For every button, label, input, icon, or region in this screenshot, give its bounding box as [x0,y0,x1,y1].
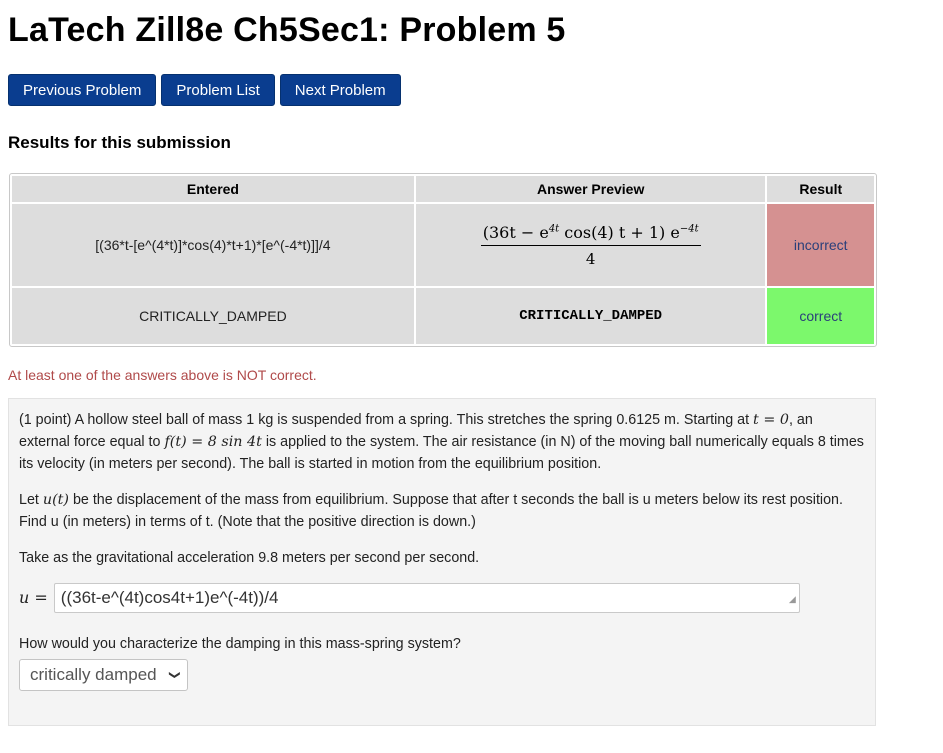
preview-denominator: 4 [585,249,596,268]
answer-row: u = ((36t-e^(4t)cos4t+1)e^(-4t))/4 ◢ [19,583,865,613]
problem-body: (1 point) A hollow steel ball of mass 1 … [8,398,876,726]
table-row: [(36*t-[e^(4*t)]*cos(4)*t+1)*[e^(-4*t)]]… [12,204,874,286]
result-correct-cell: correct [767,288,874,344]
entered-cell: [(36*t-[e^(4*t)]*cos(4)*t+1)*[e^(-4*t)]]… [12,204,414,286]
previous-problem-button[interactable]: Previous Problem [8,74,157,106]
answer-preview-cell: CRITICALLY_DAMPED [415,288,766,344]
damping-question: How would you characterize the damping i… [19,636,461,652]
answer-preview-cell: (36t − e4t cos(4) t + 1) e−4t 4 [415,204,766,286]
damping-select-value: critically damped [30,665,157,684]
answer-input[interactable]: ((36t-e^(4t)cos4t+1)e^(-4t))/4 ◢ [53,583,800,613]
problem-paragraph-3: Take as the gravitational acceleration 9… [19,550,480,566]
preview-fraction: (36t − e4t cos(4) t + 1) e−4t 4 [480,223,701,268]
results-heading: Results for this submission [8,133,231,152]
problem-paragraph-1: (1 point) A hollow steel ball of mass 1 … [19,412,864,472]
problem-paragraph-2: Let u(t) be the displacement of the mass… [19,492,843,530]
results-table: Entered Answer Preview Result [(36*t-[e^… [9,173,877,347]
page-title: LaTech Zill8e Ch5Sec1: Problem 5 [8,11,566,49]
warning-message: At least one of the answers above is NOT… [8,367,317,383]
header-answer-preview: Answer Preview [415,176,766,202]
table-row: CRITICALLY_DAMPED CRITICALLY_DAMPED corr… [12,288,874,344]
entered-cell: CRITICALLY_DAMPED [12,288,414,344]
resize-grip-icon[interactable]: ◢ [789,588,796,610]
chevron-down-icon: ❯ [168,670,181,680]
next-problem-button[interactable]: Next Problem [279,74,401,106]
damping-select[interactable]: critically damped ❯ [19,659,188,691]
problem-nav: Previous Problem Problem List Next Probl… [8,74,401,106]
results-header-row: Entered Answer Preview Result [12,176,874,202]
header-entered: Entered [12,176,414,202]
header-result: Result [767,176,874,202]
problem-list-button[interactable]: Problem List [161,74,275,106]
preview-numerator: (36t − e4t cos(4) t + 1) e−4t [480,223,701,246]
result-incorrect-cell: incorrect [767,204,874,286]
answer-input-value: ((36t-e^(4t)cos4t+1)e^(-4t))/4 [60,588,279,607]
answer-label: u = [19,588,48,607]
